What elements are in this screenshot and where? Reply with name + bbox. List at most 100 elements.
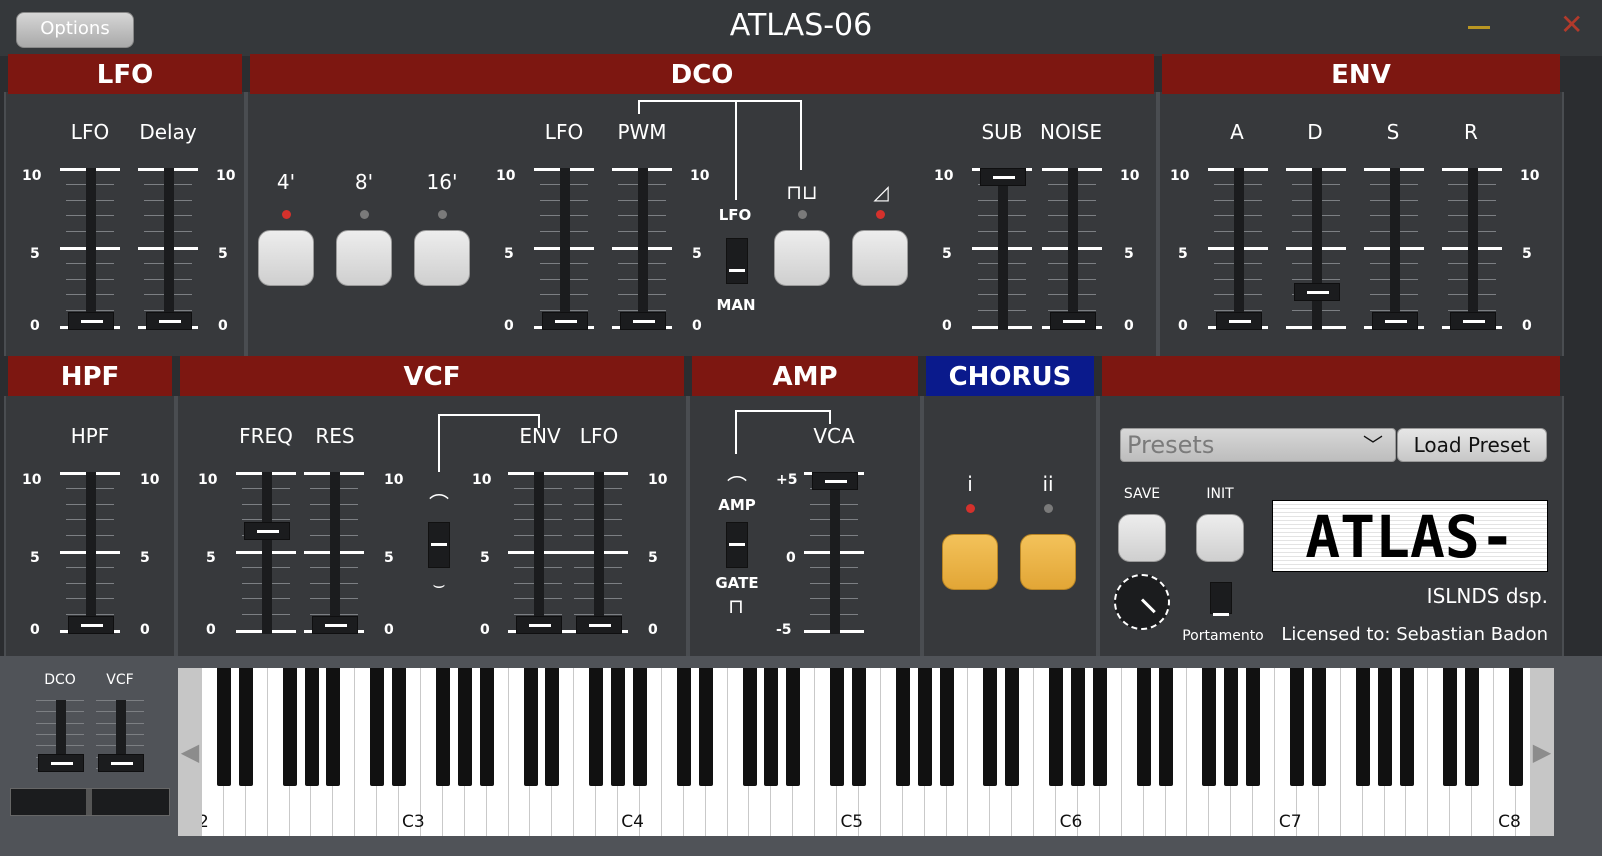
lfo-rate-slider[interactable] bbox=[60, 168, 120, 330]
black-key[interactable] bbox=[698, 668, 713, 786]
black-key[interactable] bbox=[479, 668, 494, 786]
black-key[interactable] bbox=[523, 668, 538, 786]
black-key[interactable] bbox=[1355, 668, 1370, 786]
black-key[interactable] bbox=[304, 668, 319, 786]
black-key[interactable] bbox=[742, 668, 757, 786]
slider-thumb[interactable] bbox=[812, 472, 858, 490]
sub-slider[interactable] bbox=[972, 168, 1032, 330]
black-key[interactable] bbox=[1092, 668, 1107, 786]
slider-thumb[interactable] bbox=[1294, 283, 1340, 302]
black-key[interactable] bbox=[1071, 668, 1085, 786]
black-key[interactable] bbox=[611, 668, 626, 786]
black-key[interactable] bbox=[435, 668, 450, 786]
black-key[interactable] bbox=[1246, 668, 1261, 786]
slider-thumb[interactable] bbox=[1372, 312, 1418, 330]
pitch-bend-wheel[interactable] bbox=[10, 788, 170, 816]
octave-left-arrow-icon[interactable]: ◀ bbox=[178, 668, 202, 836]
range-8-button[interactable] bbox=[336, 230, 392, 286]
black-key[interactable] bbox=[633, 668, 647, 786]
black-key[interactable] bbox=[1005, 668, 1020, 786]
black-key[interactable] bbox=[676, 668, 691, 786]
black-key[interactable] bbox=[1049, 668, 1064, 786]
black-key[interactable] bbox=[589, 668, 604, 786]
black-key[interactable] bbox=[786, 668, 801, 786]
load-preset-button[interactable]: Load Preset bbox=[1397, 428, 1547, 462]
black-key[interactable] bbox=[1377, 668, 1392, 786]
range-4-button[interactable] bbox=[258, 230, 314, 286]
black-key[interactable] bbox=[1290, 668, 1304, 786]
env-sustain-slider[interactable] bbox=[1364, 168, 1424, 330]
hpf-slider[interactable] bbox=[60, 472, 120, 634]
pwm-mode-switch[interactable] bbox=[726, 238, 748, 284]
black-key[interactable] bbox=[1224, 668, 1239, 786]
black-key[interactable] bbox=[370, 668, 385, 786]
piano-keyboard[interactable]: 2 C3 C4 C5 C6 C7 C8 bbox=[202, 668, 1532, 836]
square-wave-button[interactable] bbox=[774, 230, 830, 286]
black-key[interactable] bbox=[852, 668, 866, 786]
vcf-env-slider[interactable] bbox=[508, 472, 568, 634]
portamento-knob[interactable] bbox=[1114, 574, 1170, 630]
slider-thumb[interactable] bbox=[68, 616, 114, 634]
vca-slider[interactable] bbox=[804, 472, 864, 634]
bend-vcf-slider[interactable] bbox=[90, 700, 150, 772]
init-button[interactable] bbox=[1196, 514, 1244, 562]
slider-thumb[interactable] bbox=[542, 312, 588, 330]
black-key[interactable] bbox=[326, 668, 341, 786]
black-key[interactable] bbox=[1443, 668, 1458, 786]
env-decay-slider[interactable] bbox=[1286, 168, 1346, 330]
black-key[interactable] bbox=[1136, 668, 1151, 786]
black-key[interactable] bbox=[282, 668, 297, 786]
black-key[interactable] bbox=[830, 668, 845, 786]
dco-pwm-slider[interactable] bbox=[612, 168, 672, 330]
slider-thumb[interactable] bbox=[516, 616, 562, 634]
env-release-slider[interactable] bbox=[1442, 168, 1502, 330]
amp-mode-switch[interactable] bbox=[726, 522, 748, 568]
slider-thumb[interactable] bbox=[1216, 312, 1262, 330]
vcf-lfo-slider[interactable] bbox=[568, 472, 628, 634]
slider-thumb[interactable] bbox=[146, 312, 192, 330]
close-icon[interactable]: ✕ bbox=[1560, 10, 1583, 40]
vcf-env-polarity-switch[interactable] bbox=[428, 522, 450, 568]
slider-thumb[interactable] bbox=[980, 168, 1026, 186]
dco-lfo-slider[interactable] bbox=[534, 168, 594, 330]
minimize-icon[interactable] bbox=[1466, 14, 1492, 38]
slider-thumb[interactable] bbox=[68, 312, 114, 330]
black-key[interactable] bbox=[895, 668, 910, 786]
lfo-delay-slider[interactable] bbox=[138, 168, 198, 330]
slider-thumb[interactable] bbox=[1450, 312, 1496, 330]
black-key[interactable] bbox=[983, 668, 998, 786]
black-key[interactable] bbox=[392, 668, 407, 786]
freq-slider[interactable] bbox=[236, 472, 296, 634]
range-16-button[interactable] bbox=[414, 230, 470, 286]
slider-thumb[interactable] bbox=[244, 522, 290, 541]
black-key[interactable] bbox=[1158, 668, 1173, 786]
black-key[interactable] bbox=[764, 668, 779, 786]
slider-thumb[interactable] bbox=[620, 312, 666, 330]
chorus-ii-button[interactable] bbox=[1020, 534, 1076, 590]
black-key[interactable] bbox=[917, 668, 932, 786]
black-key[interactable] bbox=[1465, 668, 1480, 786]
black-key[interactable] bbox=[457, 668, 472, 786]
env-attack-slider[interactable] bbox=[1208, 168, 1268, 330]
slider-thumb[interactable] bbox=[1050, 312, 1096, 330]
black-key[interactable] bbox=[238, 668, 253, 786]
slider-thumb[interactable] bbox=[38, 754, 84, 772]
portamento-switch[interactable] bbox=[1210, 582, 1232, 616]
black-key[interactable] bbox=[1509, 668, 1523, 786]
bend-dco-slider[interactable] bbox=[30, 700, 90, 772]
black-key[interactable] bbox=[1311, 668, 1326, 786]
black-key[interactable] bbox=[1202, 668, 1217, 786]
slider-thumb[interactable] bbox=[576, 616, 622, 634]
black-key[interactable] bbox=[939, 668, 954, 786]
black-key[interactable] bbox=[216, 668, 231, 786]
noise-slider[interactable] bbox=[1042, 168, 1102, 330]
save-button[interactable] bbox=[1118, 514, 1166, 562]
slider-thumb[interactable] bbox=[312, 616, 358, 634]
res-slider[interactable] bbox=[304, 472, 364, 634]
octave-right-arrow-icon[interactable]: ▶ bbox=[1530, 668, 1554, 836]
saw-wave-button[interactable] bbox=[852, 230, 908, 286]
black-key[interactable] bbox=[1399, 668, 1414, 786]
chorus-i-button[interactable] bbox=[942, 534, 998, 590]
presets-dropdown[interactable]: Presets ﹀ bbox=[1120, 428, 1396, 462]
black-key[interactable] bbox=[545, 668, 560, 786]
